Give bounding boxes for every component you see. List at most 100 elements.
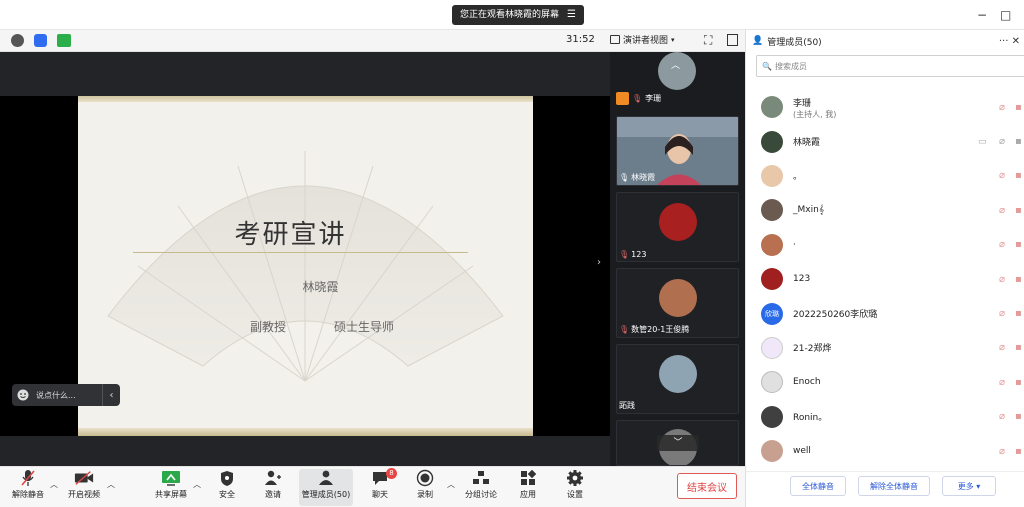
mic-muted-icon[interactable]: ⌀: [999, 308, 1005, 319]
shield-icon[interactable]: [34, 34, 47, 47]
video-tile[interactable]: 🎙 林晓霞: [616, 116, 739, 186]
video-tile[interactable]: ﹀: [616, 420, 739, 466]
collapse-chevron-icon[interactable]: ‹: [102, 384, 120, 406]
video-tile[interactable]: 跖践: [616, 344, 739, 414]
mic-muted-icon[interactable]: ⌀: [999, 239, 1005, 250]
list-item[interactable]: 。 ⌀ ▪: [746, 159, 1024, 193]
mic-muted-icon[interactable]: ⌀: [999, 102, 1005, 113]
info-icon[interactable]: [11, 34, 24, 47]
camera-icon[interactable]: ▪: [1015, 136, 1022, 147]
camera-off-icon[interactable]: ▪: [1015, 411, 1022, 422]
camera-off-icon[interactable]: ▪: [1015, 102, 1022, 113]
video-tile[interactable]: 🎙 123: [616, 192, 739, 262]
list-item[interactable]: Enoch ⌀ ▪: [746, 365, 1024, 399]
avatar: [761, 164, 783, 187]
start-video-button[interactable]: 开启视频: [56, 469, 112, 500]
settings-button[interactable]: 设置: [547, 469, 603, 500]
share-screen-button[interactable]: 共享屏幕: [143, 469, 199, 500]
mic-muted-icon[interactable]: ⌀: [999, 377, 1005, 388]
list-item[interactable]: 林晓霞 ▭ ⌀ ▪: [746, 124, 1024, 158]
chevron-up-icon[interactable]: ︿: [671, 58, 680, 71]
chat-label: 聊天: [372, 490, 388, 499]
list-item[interactable]: Ronin。 ⌀ ▪: [746, 400, 1024, 434]
member-name: ·: [793, 239, 796, 250]
end-meeting-button[interactable]: 结束会议: [677, 473, 737, 499]
panel-footer: 全体静音 解除全体静音 更多 ▾: [746, 471, 1024, 507]
mic-icon[interactable]: ⌀: [999, 136, 1005, 147]
search-placeholder: 搜索成员: [774, 61, 807, 71]
avatar: [761, 268, 783, 291]
list-item[interactable]: 欣璐 2022250260李欣璐 ⌀ ▪: [746, 296, 1024, 330]
chevron-down-icon[interactable]: ﹀: [657, 435, 699, 451]
settings-label: 设置: [567, 490, 583, 499]
mic-muted-icon[interactable]: ⌀: [999, 446, 1005, 457]
member-name: 2022250260李欣璐: [793, 310, 878, 321]
camera-off-icon[interactable]: ▪: [1015, 308, 1022, 319]
participant-name: 李珊: [645, 94, 662, 103]
list-icon[interactable]: ☰: [567, 5, 576, 25]
share-screen-label: 共享屏幕: [155, 490, 187, 499]
camera-off-icon[interactable]: ▪: [1015, 274, 1022, 285]
quick-chat-input[interactable]: 说点什么... ‹: [12, 384, 120, 406]
camera-off-icon[interactable]: ▪: [1015, 239, 1022, 250]
list-item[interactable]: · ⌀ ▪: [746, 228, 1024, 262]
signal-icon[interactable]: [57, 34, 71, 47]
emoji-icon[interactable]: [16, 388, 30, 402]
chat-badge: 8: [386, 468, 397, 479]
video-strip: ︿ 🎙 李珊 🎙 林晓霞 🎙 123 🎙 数管20-1王俊腾 跖践 ﹀: [610, 52, 745, 466]
mic-muted-icon[interactable]: ⌀: [999, 411, 1005, 422]
mic-muted-icon[interactable]: ⌀: [999, 342, 1005, 353]
camera-off-icon[interactable]: ▪: [1015, 170, 1022, 181]
search-input[interactable]: 🔍 搜索成员: [756, 55, 1024, 77]
list-item[interactable]: 21-2郑烨 ⌀ ▪: [746, 331, 1024, 365]
record-button[interactable]: 录制: [397, 469, 453, 500]
slide-presenter-degree: 硕士生导师: [334, 320, 395, 334]
video-tile-label: 🎙 数管20-1王俊腾: [619, 324, 689, 335]
meeting-timer: 31:52: [566, 34, 595, 45]
mic-muted-icon[interactable]: ⌀: [999, 274, 1005, 285]
unmute-all-button[interactable]: 解除全体静音: [858, 476, 930, 496]
list-item[interactable]: _Mxin𝄞 ⌀ ▪: [746, 193, 1024, 227]
manage-members-button[interactable]: 管理成员(50): [299, 469, 353, 506]
invite-button[interactable]: 邀请: [245, 469, 301, 500]
avatar: 欣璐: [761, 302, 783, 325]
avatar: [659, 279, 697, 317]
avatar: [659, 355, 697, 393]
avatar: [761, 96, 783, 119]
camera-off-icon[interactable]: ▪: [1015, 342, 1022, 353]
layout-icon[interactable]: [727, 34, 738, 46]
view-switch-button[interactable]: 演讲者视图 ▾: [610, 33, 675, 46]
camera-off-icon[interactable]: ▪: [1015, 446, 1022, 457]
speaker-view-icon: [610, 35, 620, 44]
screen-share-notice[interactable]: 您正在观看林晓霞的屏幕 ☰: [452, 5, 584, 25]
expand-strip-chevron-icon[interactable]: ›: [597, 257, 601, 268]
video-tile-label: 🎙 李珊: [616, 92, 661, 105]
avatar: [761, 336, 783, 359]
avatar: [761, 440, 783, 463]
mute-all-button[interactable]: 全体静音: [790, 476, 846, 496]
minimize-button[interactable]: −: [977, 8, 987, 22]
shield-icon: [217, 469, 237, 487]
shared-screen-area: 考研宣讲 林晓霞 副教授 硕士生导师 说点什么... ‹ ›: [0, 52, 610, 466]
camera-off-icon[interactable]: ▪: [1015, 205, 1022, 216]
fullscreen-icon[interactable]: ⛶: [704, 33, 712, 48]
mic-muted-icon: 🎙: [632, 94, 643, 103]
more-icon[interactable]: ···: [999, 36, 1009, 47]
mic-muted-icon[interactable]: ⌀: [999, 170, 1005, 181]
unmute-button[interactable]: 解除静音: [0, 469, 56, 500]
meeting-controls-bar: 解除静音 ︿ 开启视频 ︿ 共享屏幕 ︿ 安全 邀请 管理成员(50) 8 聊天…: [0, 466, 745, 507]
members-panel: 👤 管理成员(50) ··· ✕ 🔍 搜索成员 李珊 (主持人, 我) ⌀ ▪ …: [745, 30, 1024, 507]
maximize-button[interactable]: □: [1000, 8, 1011, 22]
close-icon[interactable]: ✕: [1012, 36, 1020, 47]
mic-muted-icon[interactable]: ⌀: [999, 205, 1005, 216]
chevron-up-icon[interactable]: ︿: [107, 479, 115, 490]
camera-off-icon[interactable]: ▪: [1015, 377, 1022, 388]
list-item[interactable]: 李珊 (主持人, 我) ⌀ ▪: [746, 90, 1024, 124]
member-name: well: [793, 446, 811, 457]
list-item[interactable]: well ⌀ ▪: [746, 434, 1024, 468]
more-button[interactable]: 更多 ▾: [942, 476, 996, 496]
share-screen-icon: [161, 469, 181, 487]
video-tile[interactable]: 🎙 数管20-1王俊腾: [616, 268, 739, 338]
avatar: [761, 371, 783, 394]
list-item[interactable]: 123 ⌀ ▪: [746, 262, 1024, 296]
